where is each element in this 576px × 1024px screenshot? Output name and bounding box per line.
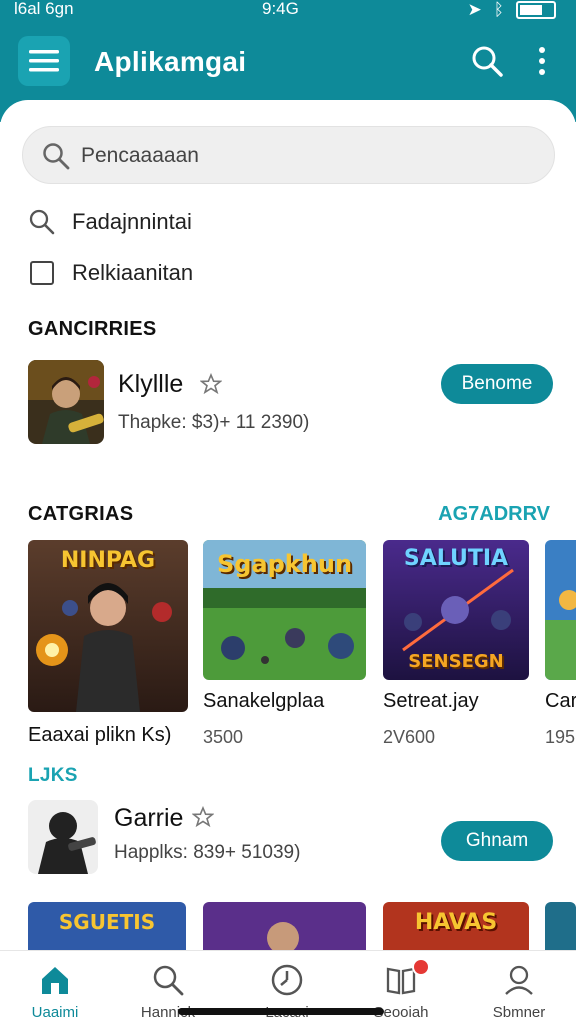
game-card-partial[interactable]: SGUETIS (28, 902, 186, 952)
game-art-title: HAVAS (414, 910, 498, 935)
app-name: Klyllle (118, 370, 184, 398)
game-name: Eaaxai plikn Ks) (28, 724, 172, 746)
status-icons: ➤ ᛒ (468, 0, 556, 20)
game-art-title: SENSEGN (408, 651, 504, 672)
carrier-text: l6al 6gn (14, 0, 74, 18)
game-art-title: NINPAG (60, 548, 156, 573)
search-bar[interactable] (22, 126, 555, 184)
game-value: 2V600 (383, 727, 436, 747)
install-button[interactable]: Ghnam (441, 821, 553, 861)
nav-home[interactable]: Uaaimi (0, 951, 110, 1024)
game-art-title-top: SALUTIA (403, 546, 509, 571)
nav-label: Sbmner (492, 1004, 546, 1021)
game-name: Setreat.jay (383, 690, 479, 712)
battery-icon (516, 1, 556, 19)
game-card[interactable]: Sgapkhun Sanakelgplaa 3500 (203, 540, 366, 748)
install-button[interactable]: Benome (441, 364, 553, 404)
option-label: Relkiaanitan (72, 260, 194, 285)
option-label: Fadajnnintai (72, 209, 192, 234)
game-value: 195 (545, 727, 576, 747)
game-name: Car (545, 690, 576, 712)
app-meta: Happlks: 839+ 51039) (114, 842, 301, 863)
game-card[interactable]: Car 195 (545, 540, 576, 748)
home-icon (42, 967, 68, 994)
star-icon (200, 373, 222, 395)
section-title: GANCIRRIES (28, 318, 157, 340)
section-title: LJKS (28, 765, 78, 786)
app-thumbnail (28, 360, 104, 444)
menu-button[interactable] (18, 36, 70, 86)
game-art: SALUTIA SENSEGN (383, 540, 529, 680)
more-vert-icon[interactable] (532, 44, 552, 78)
search-input[interactable] (81, 137, 531, 175)
app-meta: Thapke: $3)+ 11 2390) (118, 412, 310, 433)
game-card-partial[interactable]: HAVAS (383, 902, 529, 952)
search-icon (29, 209, 55, 235)
game-card-partial[interactable] (545, 902, 576, 952)
game-art: NINPAG (28, 540, 188, 712)
game-card[interactable]: NINPAG Eaaxai plikn Ks) (28, 540, 188, 747)
nav-label: Uaaimi (31, 1004, 79, 1021)
search-icon[interactable] (470, 44, 504, 78)
option-row[interactable]: Relkiaanitan (28, 260, 193, 286)
location-icon: ➤ (467, 0, 482, 19)
game-art: Sgapkhun (203, 540, 366, 680)
clock-icon (271, 964, 303, 996)
home-indicator[interactable] (178, 1008, 384, 1015)
app-title: Aplikamgai (94, 46, 247, 77)
checkbox[interactable] (30, 261, 54, 285)
game-card[interactable]: SALUTIA SENSEGN Setreat.jay 2V600 (383, 540, 529, 748)
notification-badge (412, 958, 430, 976)
game-art-title: SGUETIS (58, 910, 156, 934)
nav-profile[interactable]: Sbmner (464, 951, 574, 1024)
game-value: 3500 (203, 727, 244, 747)
search-icon (153, 965, 184, 996)
status-bar: l6al 6gn 9:4G ➤ ᛒ (0, 0, 576, 22)
option-row[interactable]: Fadajnnintai (28, 208, 192, 236)
section-title: CATGRIAS (28, 503, 134, 525)
star-icon (192, 806, 214, 828)
game-card-partial[interactable] (203, 902, 366, 952)
profile-icon (505, 965, 533, 995)
app-name: Garrie (114, 804, 184, 832)
game-art-title: Sgapkhun (216, 550, 353, 578)
see-all-link[interactable]: AG7ADRRV (438, 503, 550, 526)
search-icon (43, 143, 70, 170)
game-art (545, 540, 576, 680)
clock: 9:4G (262, 0, 299, 18)
app-thumbnail (28, 800, 98, 874)
bluetooth-icon: ᛒ (493, 0, 504, 19)
game-name: Sanakelgplaa (203, 690, 325, 712)
hamburger-icon (29, 50, 59, 72)
